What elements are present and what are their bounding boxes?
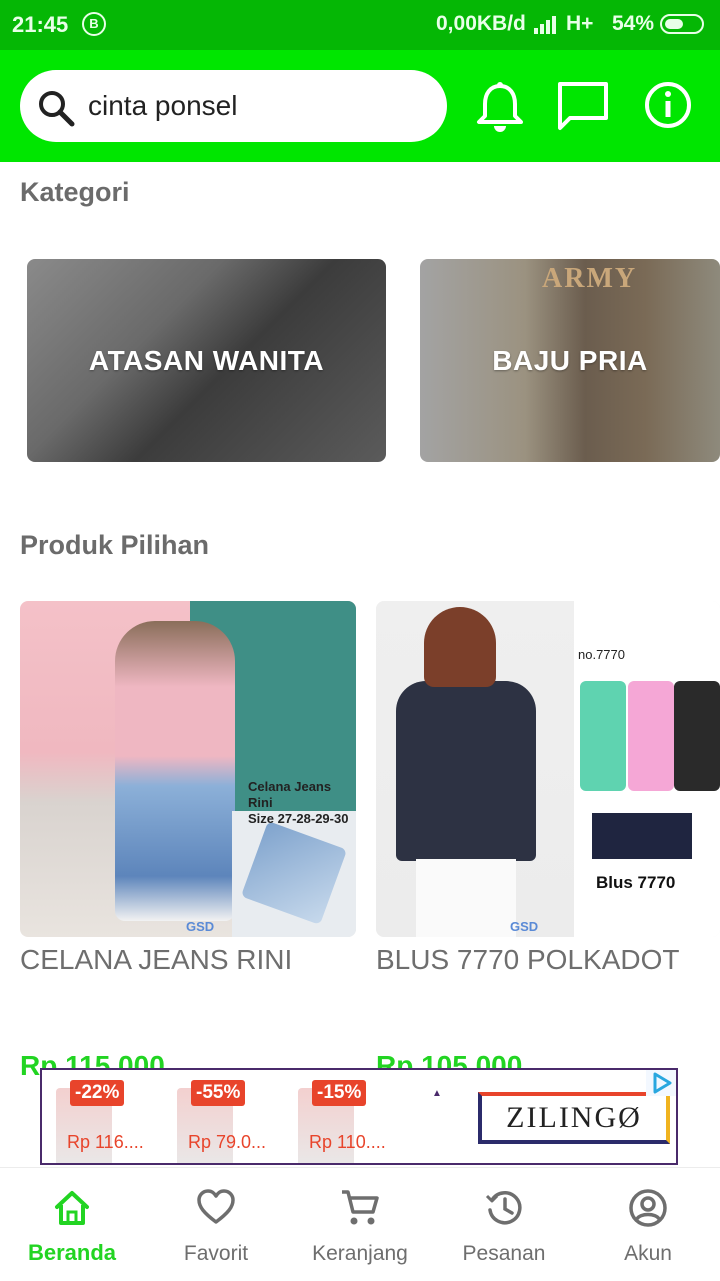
nav-label: Pesanan bbox=[462, 1242, 546, 1265]
bottom-navigation: Beranda Favorit Keranjang Pesanan Akun bbox=[0, 1167, 720, 1281]
image-number: no.7770 bbox=[578, 647, 625, 662]
status-bar: 21:45 B 0,00KB/d H+ 54% bbox=[0, 0, 720, 50]
category-label: BAJU PRIA bbox=[492, 345, 648, 376]
battery-percent: 54% bbox=[612, 12, 655, 35]
image-caption: Celana Jeans Rini Size 27-28-29-30 bbox=[248, 779, 356, 827]
image-model bbox=[376, 601, 574, 937]
search-input[interactable] bbox=[88, 90, 428, 122]
category-image-text: ARMY bbox=[542, 263, 638, 294]
ad-deal-price: Rp 110.... bbox=[309, 1132, 386, 1152]
home-icon bbox=[55, 1191, 89, 1225]
bell-icon[interactable] bbox=[474, 80, 526, 136]
variant-swatch bbox=[580, 681, 626, 791]
nav-item-akun[interactable]: Akun bbox=[576, 1168, 720, 1281]
nav-label: Beranda bbox=[27, 1240, 117, 1265]
category-label: ATASAN WANITA bbox=[88, 345, 325, 376]
image-jeans bbox=[240, 821, 348, 925]
ad-brand-logo[interactable]: ZILINGØ bbox=[478, 1092, 670, 1144]
nav-item-favorit[interactable]: Favorit bbox=[144, 1168, 288, 1281]
product-image-celana-jeans[interactable]: Celana Jeans Rini Size 27-28-29-30 GSD bbox=[20, 601, 356, 937]
image-hair bbox=[424, 607, 496, 687]
notification-badge-icon: B bbox=[82, 12, 106, 36]
search-icon bbox=[39, 91, 75, 127]
nav-label: Akun bbox=[624, 1242, 672, 1265]
network-type: H+ bbox=[566, 12, 594, 35]
battery-icon bbox=[660, 14, 704, 34]
image-watermark: GSD bbox=[186, 919, 215, 934]
category-card-atasan-wanita[interactable]: ATASAN WANITA bbox=[27, 259, 386, 462]
kategori-title: Kategori bbox=[20, 177, 130, 207]
nav-label: Favorit bbox=[183, 1242, 249, 1265]
nav-label: Keranjang bbox=[312, 1242, 408, 1265]
product-name[interactable]: CELANA JEANS RINI bbox=[20, 944, 292, 976]
image-caption-size: Size 27-28-29-30 bbox=[248, 811, 349, 826]
produk-pilihan-title: Produk Pilihan bbox=[20, 530, 210, 560]
image-variants-panel: no.7770 Blus 7770 bbox=[574, 601, 720, 937]
image-pattern-detail bbox=[592, 813, 692, 859]
network-speed: 0,00KB/d bbox=[436, 12, 526, 35]
image-watermark: GSD bbox=[510, 919, 539, 934]
battery-level bbox=[665, 19, 683, 29]
ad-discount-badge: -22% bbox=[70, 1080, 125, 1106]
status-time: 21:45 bbox=[12, 12, 69, 37]
account-icon bbox=[629, 1189, 667, 1227]
nav-item-keranjang[interactable]: Keranjang bbox=[288, 1168, 432, 1281]
ad-deal-price: Rp 79.0... bbox=[188, 1132, 267, 1152]
app-bar bbox=[0, 50, 720, 162]
image-caption: Blus 7770 bbox=[596, 873, 676, 892]
chat-icon[interactable] bbox=[556, 80, 610, 134]
heart-icon bbox=[197, 1189, 235, 1224]
image-shirt bbox=[396, 681, 536, 861]
image-model bbox=[115, 621, 235, 921]
category-card-baju-pria[interactable]: ARMY BAJU PRIA bbox=[420, 259, 720, 462]
history-icon bbox=[485, 1191, 522, 1225]
search-bar[interactable] bbox=[20, 70, 447, 142]
cart-icon bbox=[342, 1190, 379, 1225]
info-icon[interactable] bbox=[643, 80, 693, 130]
product-name[interactable]: BLUS 7770 POLKADOT bbox=[376, 944, 679, 976]
ad-deal-price: Rp 116.... bbox=[67, 1132, 144, 1152]
variant-swatch bbox=[628, 681, 674, 791]
ad-discount-badge: -55% bbox=[191, 1080, 246, 1106]
image-caption-title: Celana Jeans Rini bbox=[248, 779, 332, 810]
adchoices-icon[interactable] bbox=[646, 1070, 676, 1096]
signal-icon bbox=[534, 16, 556, 34]
ad-discount-badge: -15% bbox=[312, 1080, 367, 1106]
image-inset bbox=[232, 811, 356, 937]
product-image-blus-7770[interactable]: no.7770 Blus 7770 GSD bbox=[376, 601, 720, 937]
ad-banner[interactable]: -22% Rp 116.... -55% Rp 79.0... -15% Rp … bbox=[40, 1068, 678, 1165]
nav-item-pesanan[interactable]: Pesanan bbox=[432, 1168, 576, 1281]
image-pants bbox=[416, 859, 516, 937]
variant-swatch bbox=[674, 681, 720, 791]
ad-scroll-up-icon[interactable]: ▲ bbox=[432, 1088, 442, 1099]
nav-item-beranda[interactable]: Beranda bbox=[0, 1168, 144, 1281]
